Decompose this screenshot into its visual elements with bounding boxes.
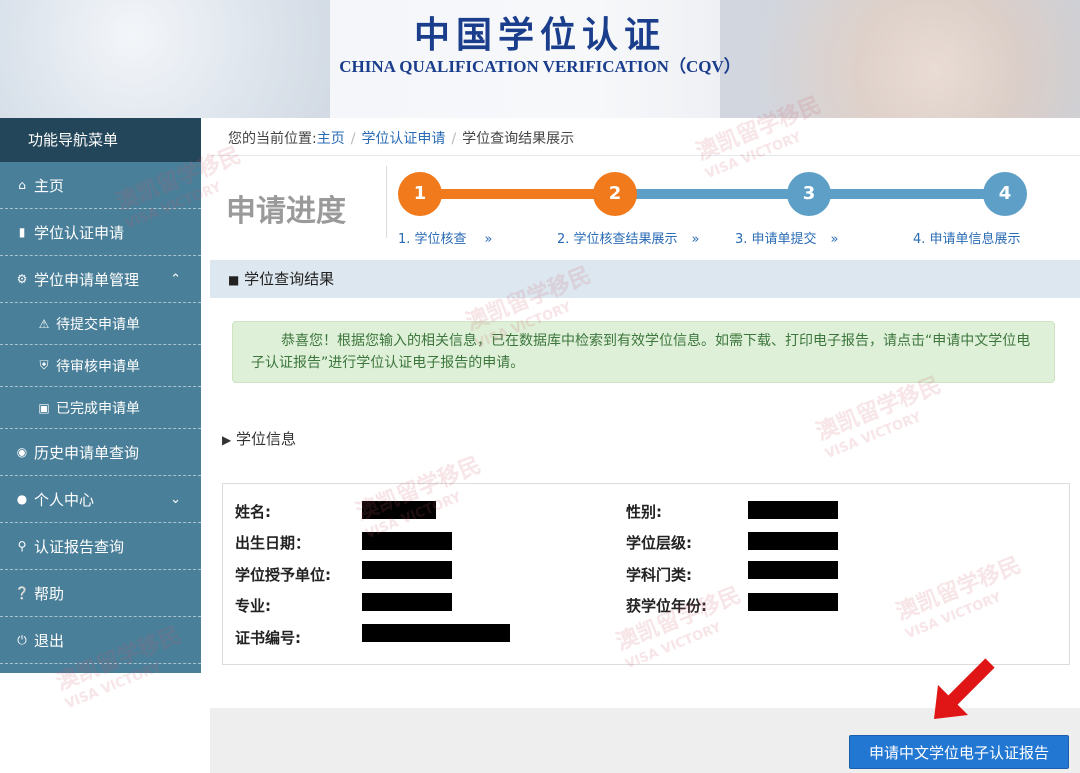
step-arrow: » — [691, 232, 700, 247]
result-section-header: ■ 学位查询结果 — [210, 260, 1080, 298]
step-label-text: 4. 申请单信息展示 — [913, 232, 1021, 247]
step-circle-3: 3 — [787, 172, 831, 216]
sidebar-item-label: 学位认证申请 — [34, 223, 125, 242]
step-label-text: 3. 申请单提交 — [735, 232, 817, 247]
video-icon: ▶ — [222, 433, 232, 447]
field-label-degree-level: 学位层级: — [626, 534, 692, 552]
breadcrumb-current: 学位查询结果展示 — [462, 131, 575, 147]
redacted-value-degree-level — [748, 532, 838, 550]
sidebar-item-logout[interactable]: ⏻ 退出 — [0, 617, 201, 664]
redacted-value-name — [362, 501, 436, 519]
watermark-cn: 澳凯留学移民 — [813, 372, 945, 446]
sidebar-item-pending-review[interactable]: ⛨ 待审核申请单 — [0, 345, 201, 387]
progress-heading: 申请进度 — [226, 194, 346, 229]
field-label-discipline: 学科门类: — [626, 566, 692, 584]
success-alert: 恭喜您！根据您输入的相关信息，已在数据库中检索到有效学位信息。如需下载、打印电子… — [232, 321, 1055, 383]
sidebar-item-label: 个人中心 — [34, 490, 95, 509]
progress-steps: 申请进度 1 2 3 4 1. 学位核查 » 2. 学位核查结果展示 » 3. 申请… — [210, 158, 1065, 256]
breadcrumb-separator: / — [451, 131, 457, 147]
breadcrumb: 您的当前位置:主页 / 学位认证申请 / 学位查询结果展示 — [210, 122, 1080, 156]
red-arrow-annotation — [934, 658, 995, 719]
field-label-birthdate: 出生日期： — [235, 534, 311, 552]
watermark-en: VISA VICTORY — [823, 410, 924, 462]
site-title-cn: 中国学位认证 — [413, 14, 666, 56]
sidebar-item-completed[interactable]: ▣ 已完成申请单 — [0, 387, 201, 429]
step-label-text: 2. 学位核查结果展示 — [557, 232, 678, 247]
sidebar-item-label: 退出 — [34, 631, 65, 650]
sidebar-item-help[interactable]: ❔ 帮助 — [0, 570, 201, 617]
sidebar-item-home[interactable]: ⌂ 主页 — [0, 162, 201, 209]
sidebar-item-report-query[interactable]: ⚲ 认证报告查询 — [0, 523, 201, 570]
breadcrumb-prefix: 您的当前位置: — [228, 131, 317, 147]
header-banner: 中国学位认证 CHINA QUALIFICATION VERIFICATION（… — [0, 0, 1080, 118]
step-label-1: 1. 学位核查 » — [398, 228, 493, 247]
sidebar-item-pending-submit[interactable]: ⚠ 待提交申请单 — [0, 303, 201, 345]
field-label-certificate-no: 证书编号: — [235, 629, 301, 647]
progress-divider — [386, 166, 387, 238]
document-icon: ▮ — [18, 225, 26, 239]
redacted-value-certificate-no — [362, 624, 510, 642]
sidebar-item-label: 主页 — [34, 176, 65, 195]
field-label-major: 专业: — [235, 597, 271, 615]
warning-icon: ⚠ — [38, 316, 50, 331]
help-icon: ❔ — [14, 586, 30, 600]
field-label-name: 姓名: — [235, 503, 271, 521]
result-heading: 学位查询结果 — [244, 270, 335, 288]
site-title-en: CHINA QUALIFICATION VERIFICATION（CQV） — [339, 57, 741, 76]
apply-report-button[interactable]: 申请中文学位电子认证报告 — [849, 735, 1069, 769]
field-label-institution: 学位授予单位: — [235, 566, 331, 584]
degree-info-title: 学位信息 — [236, 430, 297, 448]
sidebar-item-application-manage[interactable]: ⚙ 学位申请单管理 ⌃ — [0, 256, 201, 303]
breadcrumb-separator: / — [350, 131, 356, 147]
chevron-up-icon: ⌃ — [170, 271, 181, 287]
sidebar-item-label: 待审核申请单 — [56, 358, 140, 375]
breadcrumb-link-degree-apply[interactable]: 学位认证申请 — [361, 131, 445, 147]
degree-info-heading: ▶ 学位信息 — [222, 428, 296, 449]
briefcase-icon: ▣ — [38, 400, 50, 415]
camera-icon: ◉ — [16, 445, 28, 459]
field-label-gender: 性别: — [626, 503, 662, 521]
redacted-value-degree-year — [748, 593, 838, 611]
sidebar-item-label: 待提交申请单 — [56, 316, 140, 333]
sidebar-item-label: 已完成申请单 — [56, 400, 140, 417]
sidebar-item-history[interactable]: ◉ 历史申请单查询 — [0, 429, 201, 476]
sidebar-item-label: 认证报告查询 — [34, 537, 125, 556]
search-icon: ⚲ — [17, 539, 27, 553]
sidebar-item-degree-apply[interactable]: ▮ 学位认证申请 — [0, 209, 201, 256]
degree-info-table: 姓名: 出生日期： 学位授予单位: 专业: 证书编号: 性别: 学位层级: 学科… — [222, 483, 1070, 665]
step-circle-4: 4 — [983, 172, 1027, 216]
sidebar-title: 功能导航菜单 — [0, 118, 201, 162]
progress-line-1 — [440, 189, 615, 199]
comment-icon: ■ — [228, 273, 240, 287]
home-icon: ⌂ — [18, 178, 26, 192]
step-circle-2: 2 — [593, 172, 637, 216]
progress-line-2 — [635, 189, 805, 199]
redacted-value-institution — [362, 561, 452, 579]
redacted-value-gender — [748, 501, 838, 519]
sidebar-item-label: 帮助 — [34, 584, 65, 603]
sidebar-nav: 功能导航菜单 ⌂ 主页 ▮ 学位认证申请 ⚙ 学位申请单管理 ⌃ ⚠ 待提交申请… — [0, 118, 201, 673]
gear-icon: ⚙ — [16, 272, 28, 286]
power-icon: ⏻ — [17, 632, 27, 647]
sidebar-item-label: 历史申请单查询 — [34, 443, 140, 462]
cart-icon: ⛨ — [39, 358, 49, 372]
user-icon: ● — [16, 492, 28, 506]
step-arrow: » — [830, 232, 839, 247]
field-label-degree-year: 获学位年份: — [626, 597, 707, 615]
step-circle-1: 1 — [398, 172, 442, 216]
redacted-value-major — [362, 593, 452, 611]
progress-line-3 — [825, 189, 995, 199]
chevron-down-icon: ⌄ — [170, 491, 181, 507]
redacted-value-birthdate — [362, 532, 452, 550]
step-label-4: 4. 申请单信息展示 — [913, 228, 1021, 247]
step-label-text: 1. 学位核查 — [398, 232, 467, 247]
sidebar-item-label: 学位申请单管理 — [34, 270, 140, 289]
step-label-3: 3. 申请单提交 » — [735, 228, 839, 247]
step-label-2: 2. 学位核查结果展示 » — [557, 228, 700, 247]
breadcrumb-link-home[interactable]: 主页 — [317, 131, 345, 147]
redacted-value-discipline — [748, 561, 838, 579]
step-arrow: » — [484, 232, 493, 247]
sidebar-item-personal-center[interactable]: ● 个人中心 ⌄ — [0, 476, 201, 523]
